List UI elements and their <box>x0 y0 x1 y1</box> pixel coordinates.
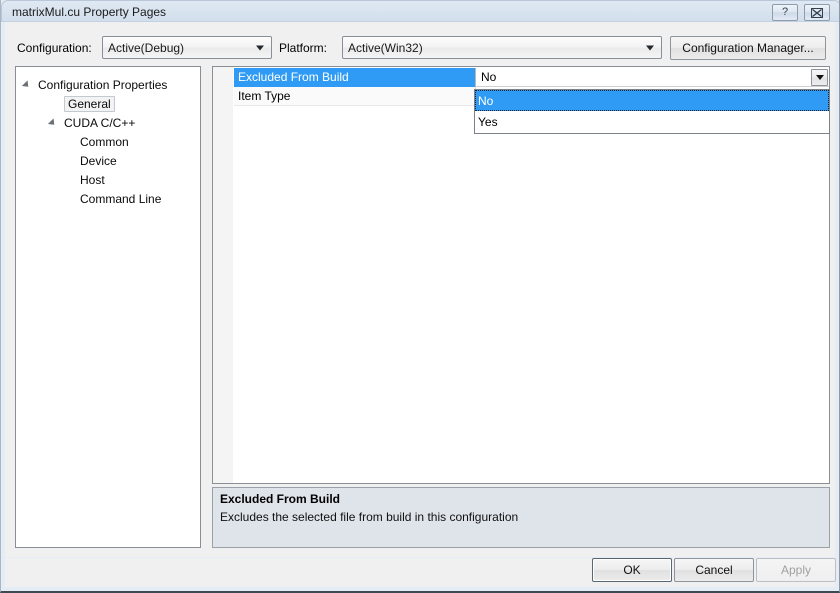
chevron-down-icon <box>646 45 654 50</box>
expander-triangle-icon[interactable] <box>47 117 58 128</box>
expander-triangle-icon[interactable] <box>21 79 32 90</box>
configuration-select[interactable]: Active(Debug) <box>102 36 272 59</box>
help-button[interactable]: ? <box>772 4 798 21</box>
tree-item-command-line[interactable]: Command Line <box>16 189 200 208</box>
tree-item-label: CUDA C/C++ <box>64 115 136 130</box>
property-value[interactable]: No <box>475 68 829 87</box>
tree-item-device[interactable]: Device <box>16 151 200 170</box>
apply-button: Apply <box>756 558 836 582</box>
platform-select-value: Active(Win32) <box>348 40 423 55</box>
close-icon <box>811 7 823 18</box>
property-name: Excluded From Build <box>234 68 475 87</box>
tree-item-label: Configuration Properties <box>38 77 168 92</box>
configuration-select-value: Active(Debug) <box>108 40 185 55</box>
tree-item-label: General <box>64 95 115 112</box>
properties-tree[interactable]: Configuration Properties General CUDA C/C+… <box>15 66 201 548</box>
tree-item-host[interactable]: Host <box>16 170 200 189</box>
tree-item-configuration-properties[interactable]: Configuration Properties <box>16 75 200 94</box>
configuration-manager-button[interactable]: Configuration Manager... <box>670 36 826 60</box>
grid-gutter <box>213 67 234 483</box>
chevron-down-icon <box>815 75 824 80</box>
description-title: Excluded From Build <box>220 492 341 506</box>
chevron-down-icon <box>256 45 264 50</box>
question-mark-icon: ? <box>781 6 789 18</box>
property-row[interactable]: Excluded From Build No <box>234 68 829 87</box>
dropdown-option[interactable]: No <box>475 90 829 111</box>
tree-item-general[interactable]: General <box>16 94 200 113</box>
window-title: matrixMul.cu Property Pages <box>12 5 167 19</box>
cancel-button[interactable]: Cancel <box>674 558 754 582</box>
platform-label: Platform: <box>279 41 328 55</box>
close-button[interactable] <box>804 4 830 21</box>
title-bar: matrixMul.cu Property Pages ? <box>1 0 839 22</box>
dropdown-option[interactable]: Yes <box>475 111 829 132</box>
tree-item-label: Common <box>80 134 129 149</box>
platform-select[interactable]: Active(Win32) <box>342 36 662 59</box>
tree-item-label: Command Line <box>80 191 162 206</box>
description-pane: Excluded From Build Excludes the selecte… <box>212 487 830 548</box>
tree-item-cuda-c-c[interactable]: CUDA C/C++ <box>16 113 200 132</box>
property-name: Item Type <box>234 87 475 106</box>
property-value-dropdown-button[interactable] <box>811 69 828 86</box>
excluded-from-build-dropdown-list[interactable]: No Yes <box>474 89 830 134</box>
tree-item-label: Host <box>80 172 105 187</box>
tree-item-common[interactable]: Common <box>16 132 200 151</box>
ok-button[interactable]: OK <box>592 558 672 582</box>
tree-item-label: Device <box>80 153 117 168</box>
property-pages-dialog: matrixMul.cu Property Pages ? Configurat… <box>0 0 840 593</box>
configuration-label: Configuration: <box>17 41 92 55</box>
description-text: Excludes the selected file from build in… <box>220 510 519 524</box>
